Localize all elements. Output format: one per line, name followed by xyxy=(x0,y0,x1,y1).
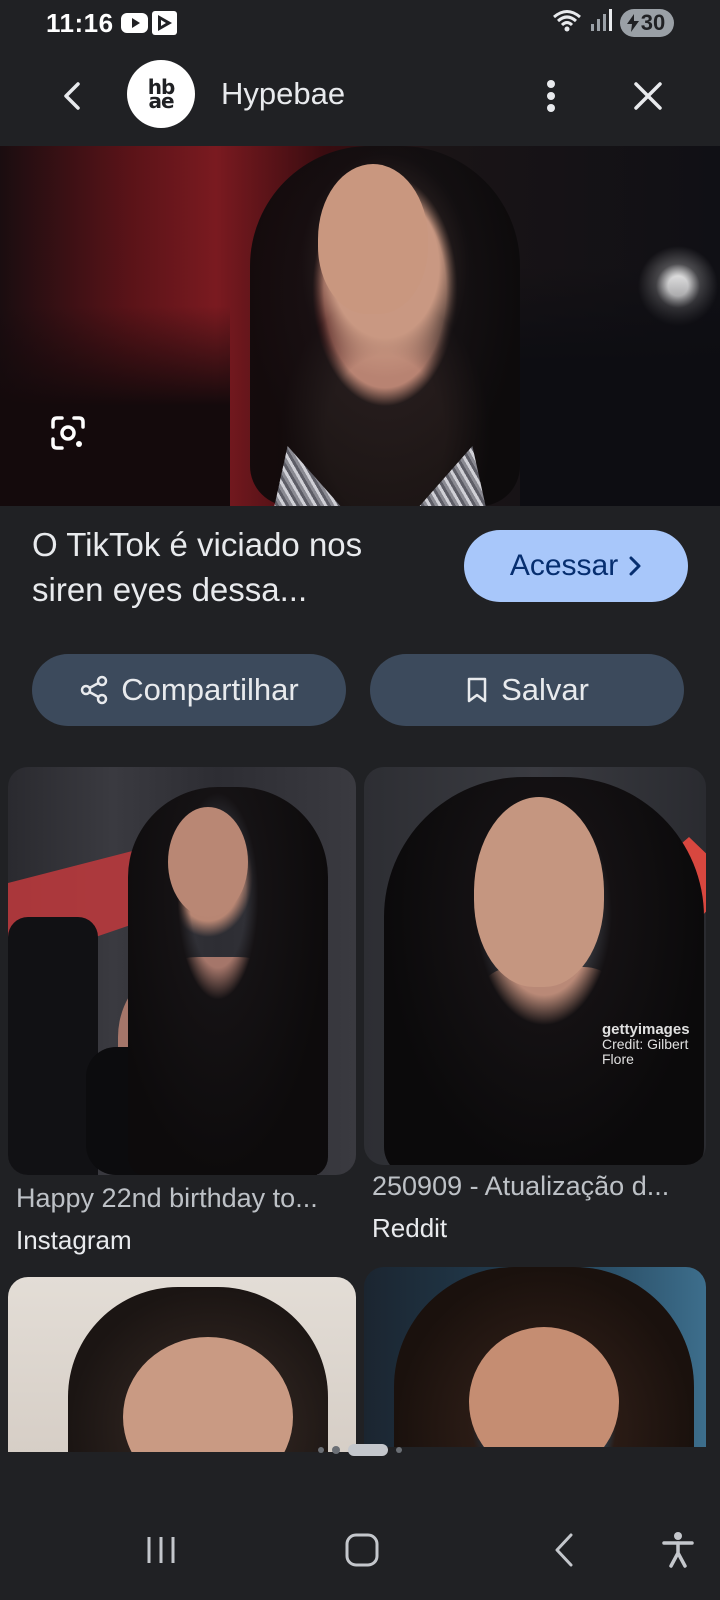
google-lens-icon[interactable] xyxy=(46,411,90,455)
more-vert-icon[interactable] xyxy=(527,72,575,120)
site-logo[interactable]: hb ae xyxy=(127,60,195,128)
share-button-label: Compartilhar xyxy=(121,672,299,707)
result-card[interactable] xyxy=(8,1277,356,1452)
bolt-icon xyxy=(626,13,639,32)
page-dot-active xyxy=(348,1444,388,1456)
page-indicator xyxy=(0,1440,720,1460)
getty-watermark: gettyimages Credit: Gilbert Flore xyxy=(602,1022,706,1067)
visit-button-label: Acessar xyxy=(509,549,619,582)
card-caption[interactable]: 250909 - Atualização d... xyxy=(372,1171,669,1202)
thumb-face xyxy=(474,797,604,987)
play-store-icon xyxy=(151,10,178,36)
battery-level: 30 xyxy=(640,9,666,35)
share-button[interactable]: Compartilhar xyxy=(32,654,346,726)
visit-button[interactable]: Acessar xyxy=(464,530,688,602)
chevron-right-icon xyxy=(629,556,641,576)
thumb-face xyxy=(168,807,248,917)
card-caption[interactable]: Happy 22nd birthday to... xyxy=(16,1183,318,1214)
result-card[interactable] xyxy=(364,1267,706,1452)
back-icon[interactable] xyxy=(540,1526,588,1574)
signal-icon xyxy=(590,8,612,37)
site-name[interactable]: Hypebae xyxy=(221,76,345,112)
recent-apps-icon[interactable] xyxy=(137,1526,185,1574)
home-icon[interactable] xyxy=(338,1526,386,1574)
site-logo-text: hb ae xyxy=(147,75,176,113)
battery-icon: 30 xyxy=(620,8,674,37)
save-button[interactable]: Salvar xyxy=(370,654,684,726)
status-time: 11:16 xyxy=(46,8,114,38)
result-card[interactable]: Happy 22nd birthday to... Instagram xyxy=(8,767,356,1257)
card-thumbnail[interactable] xyxy=(8,767,356,1175)
card-thumbnail[interactable] xyxy=(8,1277,356,1452)
youtube-icon xyxy=(121,10,148,36)
back-arrow-icon[interactable] xyxy=(48,72,96,120)
hero-face xyxy=(318,164,428,314)
wifi-icon xyxy=(552,8,582,37)
page-dot xyxy=(318,1447,324,1453)
hero-background-crowd-right xyxy=(520,266,720,506)
close-icon[interactable] xyxy=(624,72,672,120)
page-dot xyxy=(332,1446,340,1454)
thumb-person-suit xyxy=(8,917,98,1175)
watermark-credit: Credit: Gilbert Flore xyxy=(602,1036,689,1067)
result-card[interactable]: gettyimages Credit: Gilbert Flore 250909… xyxy=(364,767,706,1247)
save-button-label: Salvar xyxy=(501,672,589,707)
hero-image[interactable] xyxy=(0,146,720,506)
app-bar: hb ae Hypebae xyxy=(0,48,720,146)
accessibility-icon[interactable] xyxy=(654,1526,702,1574)
share-icon xyxy=(81,675,108,705)
page-dot xyxy=(396,1447,402,1453)
card-source: Instagram xyxy=(16,1225,132,1255)
hero-background-crowd xyxy=(0,306,230,506)
bookmark-icon xyxy=(467,677,487,703)
card-thumbnail[interactable]: gettyimages Credit: Gilbert Flore xyxy=(364,767,706,1165)
card-thumbnail[interactable] xyxy=(364,1267,706,1447)
card-source: Reddit xyxy=(372,1213,448,1243)
result-title[interactable]: O TikTok é viciado nos siren eyes dessa.… xyxy=(32,522,432,612)
status-bar: 11:16 30 xyxy=(0,0,720,48)
system-nav-bar xyxy=(0,1500,720,1600)
